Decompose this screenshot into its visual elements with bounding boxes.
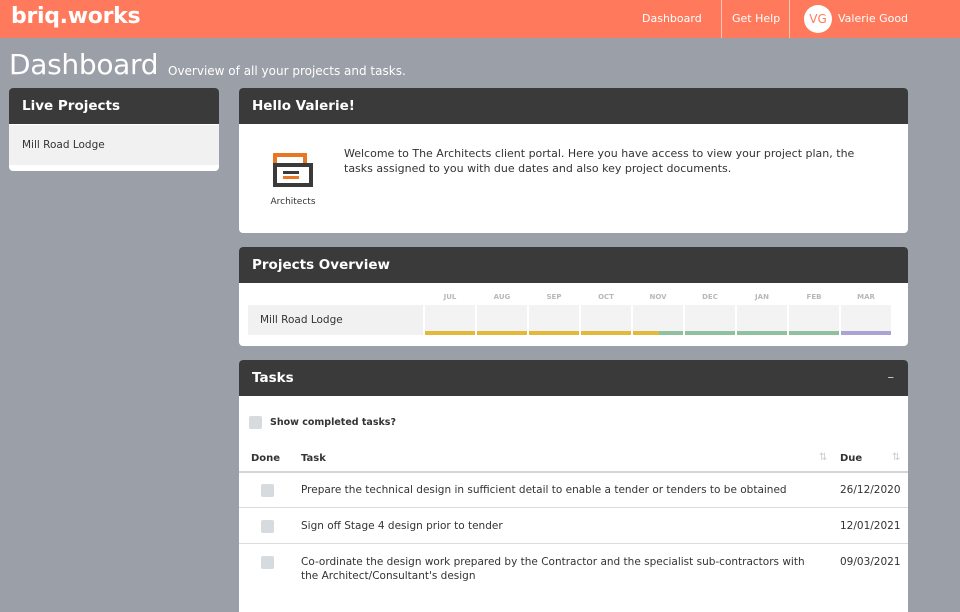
table-header-divider xyxy=(239,471,908,473)
task-due-date: 26/12/2020 xyxy=(840,484,901,496)
tasks-card: Tasks – Show completed tasks? Done Task … xyxy=(239,360,908,612)
timeline-bar-stage-b xyxy=(737,331,787,335)
top-navigation-bar: briq.works Dashboard Get Help VG Valerie… xyxy=(0,0,960,38)
nav-get-help-link[interactable]: Get Help xyxy=(732,12,780,25)
brand-logo[interactable]: briq.works xyxy=(11,4,141,29)
logo-caption: Architects xyxy=(270,197,316,207)
timeline-bar-stage-b xyxy=(685,331,735,335)
month-label: AUG xyxy=(493,293,511,301)
month-label: NOV xyxy=(649,293,667,301)
month-label: FEB xyxy=(806,293,822,301)
show-completed-checkbox[interactable] xyxy=(249,416,262,429)
task-description: Prepare the technical design in sufficie… xyxy=(301,484,787,496)
timeline-bar-stage-b xyxy=(659,331,683,335)
task-due-date: 12/01/2021 xyxy=(840,520,901,532)
month-label: OCT xyxy=(598,293,614,301)
timeline-bar-stage-a xyxy=(477,331,527,335)
month-label: JUL xyxy=(443,293,457,301)
welcome-message: Welcome to The Architects client portal.… xyxy=(344,147,855,175)
show-completed-label[interactable]: Show completed tasks? xyxy=(270,417,396,428)
overview-project-label[interactable]: Mill Road Lodge xyxy=(248,305,423,335)
architects-logo: Architects xyxy=(256,135,331,215)
nav-divider xyxy=(789,0,790,38)
month-label: JAN xyxy=(755,293,769,301)
month-label: DEC xyxy=(702,293,718,301)
row-divider xyxy=(239,543,908,544)
live-projects-title: Live Projects xyxy=(9,88,219,124)
projects-overview-title: Projects Overview xyxy=(239,247,908,283)
task-description: Co-ordinate the design work prepared by … xyxy=(301,556,805,582)
nav-dashboard-link[interactable]: Dashboard xyxy=(642,12,702,25)
nav-divider xyxy=(721,0,722,38)
month-label: SEP xyxy=(546,293,562,301)
task-done-checkbox[interactable] xyxy=(261,520,274,533)
timeline-bar-stage-c xyxy=(841,331,891,335)
timeline-bar-stage-b xyxy=(789,331,839,335)
task-description: Sign off Stage 4 design prior to tender xyxy=(301,520,503,532)
tasks-title-text: Tasks xyxy=(252,370,294,386)
sort-due-icon[interactable]: ⇅ xyxy=(892,452,900,463)
welcome-title: Hello Valerie! xyxy=(239,88,908,124)
column-header-due[interactable]: Due xyxy=(840,453,862,464)
architects-logo-icon xyxy=(273,153,313,187)
user-name-link[interactable]: Valerie Good xyxy=(838,12,908,25)
column-header-task[interactable]: Task xyxy=(301,453,326,464)
collapse-button[interactable]: – xyxy=(888,360,895,396)
welcome-card: Hello Valerie! Architects Welcome to The… xyxy=(239,88,908,233)
user-avatar[interactable]: VG xyxy=(804,5,832,33)
task-done-checkbox[interactable] xyxy=(261,484,274,497)
page-title: Dashboard xyxy=(9,48,159,81)
page-subtitle: Overview of all your projects and tasks. xyxy=(168,64,406,78)
live-project-item[interactable]: Mill Road Lodge xyxy=(9,125,219,165)
projects-overview-card: Projects Overview JUL AUG SEP OCT NOV DE… xyxy=(239,247,908,346)
month-label: MAR xyxy=(857,293,875,301)
task-done-checkbox[interactable] xyxy=(261,556,274,569)
timeline-bar-stage-a xyxy=(529,331,579,335)
tasks-title: Tasks – xyxy=(239,360,908,396)
column-header-done[interactable]: Done xyxy=(251,453,280,464)
row-divider xyxy=(239,507,908,508)
live-projects-card: Live Projects Mill Road Lodge xyxy=(9,88,219,171)
task-due-date: 09/03/2021 xyxy=(840,556,901,568)
timeline-bar-stage-a xyxy=(581,331,631,335)
timeline-bar-stage-a xyxy=(633,331,659,335)
sort-task-icon[interactable]: ⇅ xyxy=(819,452,827,463)
timeline-bar-stage-a xyxy=(425,331,475,335)
